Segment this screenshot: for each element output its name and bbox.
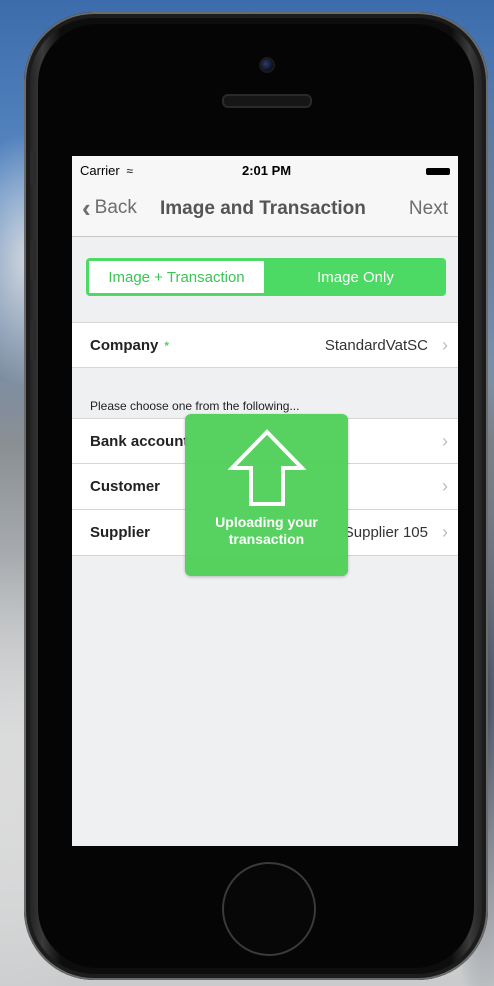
- choose-hint: Please choose one from the following...: [90, 399, 300, 413]
- app-screen: Carrier ≈ 2:01 PM ‹ Back Image and Trans…: [72, 156, 458, 846]
- battery-icon: [426, 168, 450, 175]
- carrier-text: Carrier: [80, 163, 120, 178]
- volume-up-button: [30, 240, 36, 280]
- earpiece-speaker: [222, 94, 312, 108]
- chevron-right-icon: ›: [442, 430, 448, 451]
- company-value: StandardVatSC: [324, 336, 428, 354]
- page-title: Image and Transaction: [160, 198, 366, 219]
- toast-message-line2: transaction: [228, 531, 305, 547]
- segment-image-only[interactable]: Image Only: [267, 260, 444, 294]
- back-label: Back: [94, 197, 137, 218]
- navigation-bar: ‹ Back Image and Transaction Next: [72, 184, 458, 237]
- status-time: 2:01 PM: [242, 163, 292, 178]
- customer-label: Customer: [90, 478, 161, 495]
- wifi-icon: ≈: [126, 164, 133, 178]
- company-label: Company *: [90, 337, 169, 354]
- next-button[interactable]: Next: [409, 198, 448, 220]
- chevron-right-icon: ›: [442, 476, 448, 496]
- status-bar: Carrier ≈ 2:01 PM: [72, 156, 458, 184]
- upload-arrow-icon: [228, 429, 306, 506]
- chevron-right-icon: ›: [442, 522, 448, 542]
- carrier-label: Carrier ≈: [80, 163, 133, 178]
- mute-switch: [30, 150, 36, 186]
- home-button[interactable]: [222, 862, 316, 956]
- chevron-left-icon: ‹: [82, 193, 91, 223]
- company-label-text: Company: [90, 336, 159, 354]
- bank-account-label: Bank account: [90, 432, 189, 450]
- company-row[interactable]: Company * StandardVatSC ›: [72, 322, 458, 368]
- segment-image-transaction[interactable]: Image + Transaction: [88, 260, 267, 294]
- toast-message-line1: Uploading your: [215, 514, 318, 530]
- toast-message: Uploading your transaction: [185, 514, 348, 548]
- required-marker: *: [164, 338, 170, 353]
- back-button[interactable]: ‹ Back: [82, 193, 137, 223]
- supplier-label: Supplier: [90, 524, 151, 541]
- upload-progress-toast: Uploading your transaction: [185, 414, 348, 576]
- chevron-right-icon: ›: [442, 334, 448, 355]
- supplier-value: Supplier 105: [343, 524, 428, 541]
- volume-down-button: [30, 320, 36, 360]
- upload-mode-segmented-control: Image + Transaction Image Only: [86, 258, 446, 296]
- front-camera: [259, 57, 275, 73]
